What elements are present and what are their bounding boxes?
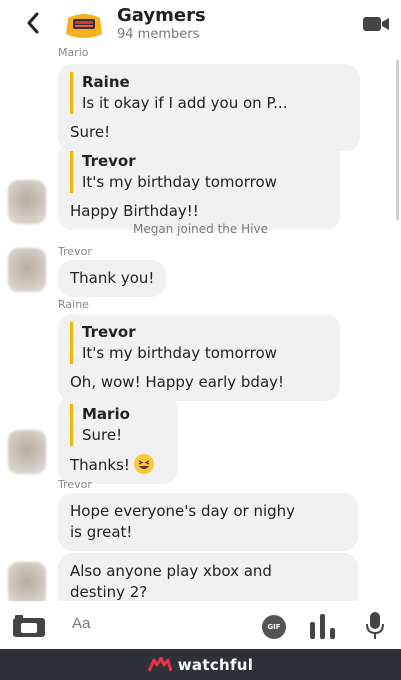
message-bubble[interactable]: Thank you! bbox=[58, 260, 167, 297]
message-text: Thank you! bbox=[70, 269, 155, 287]
group-avatar-icon[interactable] bbox=[62, 8, 106, 44]
scrollbar[interactable] bbox=[396, 60, 399, 220]
gif-button[interactable]: GIF bbox=[262, 615, 286, 639]
quoted-text: Sure! bbox=[82, 426, 123, 444]
quoted-text: It's my birthday tomorrow bbox=[82, 173, 277, 191]
message-text: Sure! bbox=[70, 123, 111, 141]
watchful-brand: watchful bbox=[177, 655, 254, 674]
watchful-footer: watchful bbox=[0, 649, 401, 680]
system-notice: Megan joined the Hive bbox=[133, 222, 268, 236]
chat-header: Gaymers 94 members bbox=[0, 0, 401, 46]
poll-bars-icon[interactable] bbox=[308, 612, 340, 640]
camera-icon[interactable] bbox=[12, 614, 46, 638]
message-bubble[interactable]: Hope everyone's day or nighy is great! bbox=[58, 493, 358, 551]
microphone-icon[interactable] bbox=[364, 611, 386, 641]
message-text: Happy Birthday!! bbox=[70, 202, 199, 220]
message-bubble[interactable]: Trevor It's my birthday tomorrow Oh, wow… bbox=[58, 314, 340, 401]
quoted-sender: Trevor bbox=[82, 152, 136, 170]
message-text-line: Also anyone play xbox and bbox=[70, 562, 272, 580]
sender-avatar[interactable] bbox=[8, 430, 46, 474]
quoted-sender: Raine bbox=[82, 73, 130, 91]
sender-avatar[interactable] bbox=[8, 180, 46, 224]
quoted-message: Mario Sure! bbox=[70, 404, 166, 446]
watchful-logo-icon bbox=[147, 656, 172, 672]
message-text-line: is great! bbox=[70, 523, 133, 541]
message-list[interactable]: Mario Raine Is it okay if I add you on P… bbox=[0, 46, 401, 601]
sender-name: Trevor bbox=[58, 245, 92, 258]
message-composer: GIF bbox=[0, 601, 401, 649]
member-count: 94 members bbox=[117, 27, 200, 42]
quoted-sender: Mario bbox=[82, 405, 130, 423]
message-bubble[interactable]: Trevor It's my birthday tomorrow Happy B… bbox=[58, 143, 340, 230]
message-text-line: destiny 2? bbox=[70, 583, 148, 601]
message-bubble[interactable]: Raine Is it okay if I add you on P... Su… bbox=[58, 64, 360, 151]
quoted-text: Is it okay if I add you on P... bbox=[82, 94, 288, 112]
quoted-sender: Trevor bbox=[82, 323, 136, 341]
message-row: Thanks! bbox=[70, 454, 166, 476]
message-text: Thanks! bbox=[70, 456, 130, 474]
sender-name: Trevor bbox=[58, 478, 92, 491]
message-text-line: Hope everyone's day or nighy bbox=[70, 502, 296, 520]
message-bubble[interactable]: Mario Sure! Thanks! bbox=[58, 396, 178, 484]
message-bubble[interactable]: Also anyone play xbox and destiny 2? bbox=[58, 553, 358, 601]
laughing-emoji-icon bbox=[133, 454, 154, 474]
sender-name: Mario bbox=[58, 46, 89, 59]
quoted-message: Trevor It's my birthday tomorrow bbox=[70, 151, 328, 193]
sender-avatar[interactable] bbox=[8, 248, 46, 292]
sender-avatar[interactable] bbox=[8, 562, 46, 601]
sender-name: Raine bbox=[58, 298, 89, 311]
message-input[interactable] bbox=[72, 615, 242, 632]
quoted-message: Raine Is it okay if I add you on P... bbox=[70, 72, 348, 114]
group-name[interactable]: Gaymers bbox=[117, 5, 206, 26]
back-chevron-icon[interactable] bbox=[22, 10, 44, 36]
quoted-message: Trevor It's my birthday tomorrow bbox=[70, 322, 328, 364]
message-text: Oh, wow! Happy early bday! bbox=[70, 373, 285, 391]
quoted-text: It's my birthday tomorrow bbox=[82, 344, 277, 362]
video-call-icon[interactable] bbox=[362, 15, 390, 33]
